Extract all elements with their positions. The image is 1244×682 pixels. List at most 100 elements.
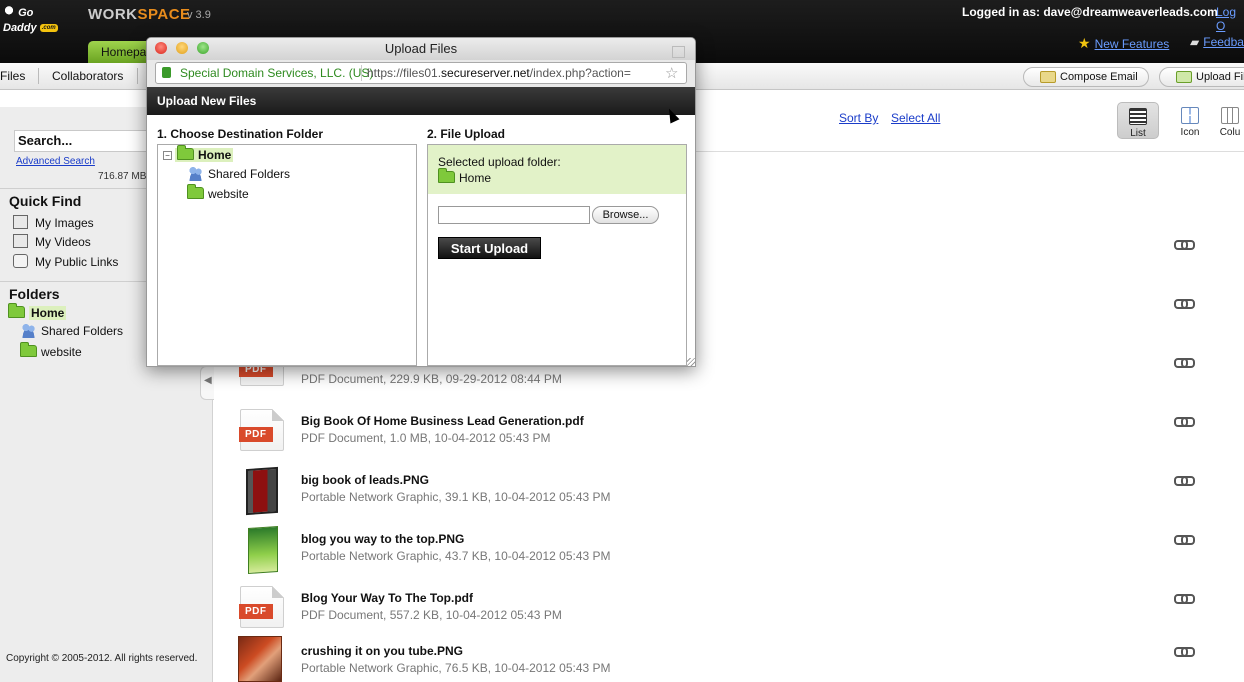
images-icon	[13, 215, 28, 229]
public-link-icon[interactable]	[1174, 647, 1195, 657]
window-title: Upload Files	[384, 41, 458, 56]
file-path-input[interactable]	[438, 206, 590, 224]
file-upload-label: 2. File Upload	[427, 127, 506, 141]
public-link-icon[interactable]	[1174, 594, 1195, 604]
public-link-icon[interactable]	[1174, 476, 1195, 486]
new-features-link[interactable]: ★ New Features	[1078, 35, 1169, 52]
advanced-search-link[interactable]: Advanced Search	[16, 156, 95, 167]
app-name: WORKSPACE	[88, 6, 191, 23]
bookmark-star-icon[interactable]: ☆	[665, 64, 678, 82]
public-link-icon[interactable]	[1174, 417, 1195, 427]
collapse-sidebar-handle[interactable]: ◀	[200, 366, 214, 400]
quick-find-label: My Public Links	[35, 255, 119, 269]
public-link-icon[interactable]	[1174, 299, 1195, 309]
shared-folder-icon	[187, 166, 204, 181]
select-all-link[interactable]: Select All	[891, 111, 940, 125]
address-divider	[361, 65, 362, 81]
logged-in-user: Logged in as: dave@dreamweaverleads.com	[962, 5, 1218, 19]
resize-grip[interactable]	[687, 358, 695, 366]
nav-files[interactable]: Files	[0, 69, 25, 83]
app-name-part-b: SPACE	[137, 6, 191, 23]
folder-label: website	[41, 345, 82, 359]
image-thumbnail	[238, 636, 282, 682]
window-minimize-button[interactable]	[176, 42, 188, 54]
public-link-icon[interactable]	[1174, 240, 1195, 250]
folder-website[interactable]: website	[20, 342, 82, 359]
tree-folder-shared[interactable]: Shared Folders	[187, 166, 290, 181]
quick-find-my-public-links[interactable]: My Public Links	[13, 254, 118, 269]
selected-folder: Home	[438, 168, 686, 185]
file-name[interactable]: Blog Your Way To The Top.pdf	[301, 591, 473, 605]
feedback-link[interactable]: ▰ Feedba	[1190, 35, 1244, 49]
browse-button[interactable]: Browse...	[592, 206, 659, 224]
lock-icon	[162, 67, 171, 78]
speech-bubble-icon: ▰	[1190, 35, 1200, 49]
upload-files-button[interactable]: Upload Fil	[1159, 67, 1244, 87]
pdf-file-icon: PDF	[239, 409, 284, 451]
folder-home[interactable]: Home	[8, 303, 67, 320]
folder-icon	[438, 168, 455, 183]
file-meta: Portable Network Graphic, 39.1 KB, 10-04…	[301, 490, 611, 504]
public-links-icon	[13, 254, 28, 268]
nav-collaborators[interactable]: Collaborators	[52, 69, 123, 83]
folder-label: Shared Folders	[41, 324, 124, 338]
file-upload-panel: Selected upload folder: Home Browse... S…	[427, 144, 687, 366]
dialog-close-button[interactable]: x	[672, 46, 685, 58]
address-bar[interactable]: Special Domain Services, LLC. (US) https…	[155, 62, 687, 84]
shared-folder-icon	[20, 323, 37, 338]
quick-find-title: Quick Find	[9, 193, 82, 209]
tree-folder-label: Shared Folders	[208, 167, 291, 181]
public-link-icon[interactable]	[1174, 535, 1195, 545]
folder-shared[interactable]: Shared Folders	[20, 323, 123, 338]
tree-folder-home[interactable]: Home	[175, 145, 234, 162]
file-name[interactable]: blog you way to the top.PNG	[301, 532, 464, 546]
file-meta: Portable Network Graphic, 76.5 KB, 10-04…	[301, 661, 611, 675]
file-row[interactable]: big book of leads.PNG Portable Network G…	[214, 465, 1244, 524]
tree-collapse-toggle[interactable]: −	[163, 151, 172, 160]
file-row[interactable]: crushing it on you tube.PNG Portable Net…	[214, 622, 1244, 682]
copyright: Copyright © 2005-2012. All rights reserv…	[6, 653, 198, 664]
star-icon: ★	[1078, 35, 1091, 51]
view-icon-button[interactable]: Icon	[1169, 102, 1211, 139]
quick-find-my-images[interactable]: My Images	[13, 215, 94, 230]
compose-email-button[interactable]: Compose Email	[1023, 67, 1149, 87]
search-input[interactable]: Search...	[14, 130, 164, 152]
window-zoom-button[interactable]	[197, 42, 209, 54]
app-version: v 3.9	[187, 9, 211, 21]
quick-find-label: My Images	[35, 216, 94, 230]
quick-find-my-videos[interactable]: My Videos	[13, 234, 91, 249]
folders-title: Folders	[9, 286, 60, 302]
selected-folder-label: Selected upload folder:	[438, 155, 561, 169]
url-text[interactable]: https://files01.secureserver.net/index.p…	[367, 66, 659, 80]
compose-email-label: Compose Email	[1060, 71, 1138, 83]
envelope-icon	[1040, 71, 1056, 83]
view-column-button[interactable]: Colu	[1216, 102, 1244, 139]
window-title-bar[interactable]: Upload Files	[147, 38, 695, 60]
destination-folder-label: 1. Choose Destination Folder	[157, 127, 324, 141]
tree-folder-website[interactable]: website	[187, 184, 249, 201]
godaddy-logo[interactable]: Go Daddy .com	[3, 4, 67, 34]
file-row[interactable]: PDF Big Book Of Home Business Lead Gener…	[214, 406, 1244, 465]
window-close-button[interactable]	[155, 42, 167, 54]
start-upload-button[interactable]: Start Upload	[438, 237, 541, 259]
public-link-icon[interactable]	[1174, 358, 1195, 368]
tab-homepage[interactable]: Homepa	[88, 41, 152, 63]
file-name[interactable]: Big Book Of Home Business Lead Generatio…	[301, 414, 584, 428]
folder-icon	[20, 342, 37, 357]
folder-open-icon	[177, 145, 194, 160]
feedback-label: Feedba	[1203, 35, 1244, 49]
url-path: /index.php?action=	[529, 66, 631, 80]
file-name[interactable]: big book of leads.PNG	[301, 473, 429, 487]
sort-by-link[interactable]: Sort By	[839, 111, 878, 125]
quick-find-label: My Videos	[35, 235, 91, 249]
logout-link[interactable]: Log O	[1216, 5, 1244, 33]
view-label: Icon	[1180, 127, 1200, 138]
view-list-button[interactable]: List	[1117, 102, 1159, 139]
app-name-part-a: WORK	[88, 6, 138, 23]
url-prefix: https://files01.	[367, 66, 442, 80]
file-name[interactable]: crushing it on you tube.PNG	[301, 644, 463, 658]
folder-tree: − Home Shared Folders website	[157, 144, 417, 366]
file-row[interactable]: blog you way to the top.PNG Portable Net…	[214, 524, 1244, 583]
view-label: Colu	[1219, 127, 1241, 138]
file-meta: Portable Network Graphic, 43.7 KB, 10-04…	[301, 549, 611, 563]
